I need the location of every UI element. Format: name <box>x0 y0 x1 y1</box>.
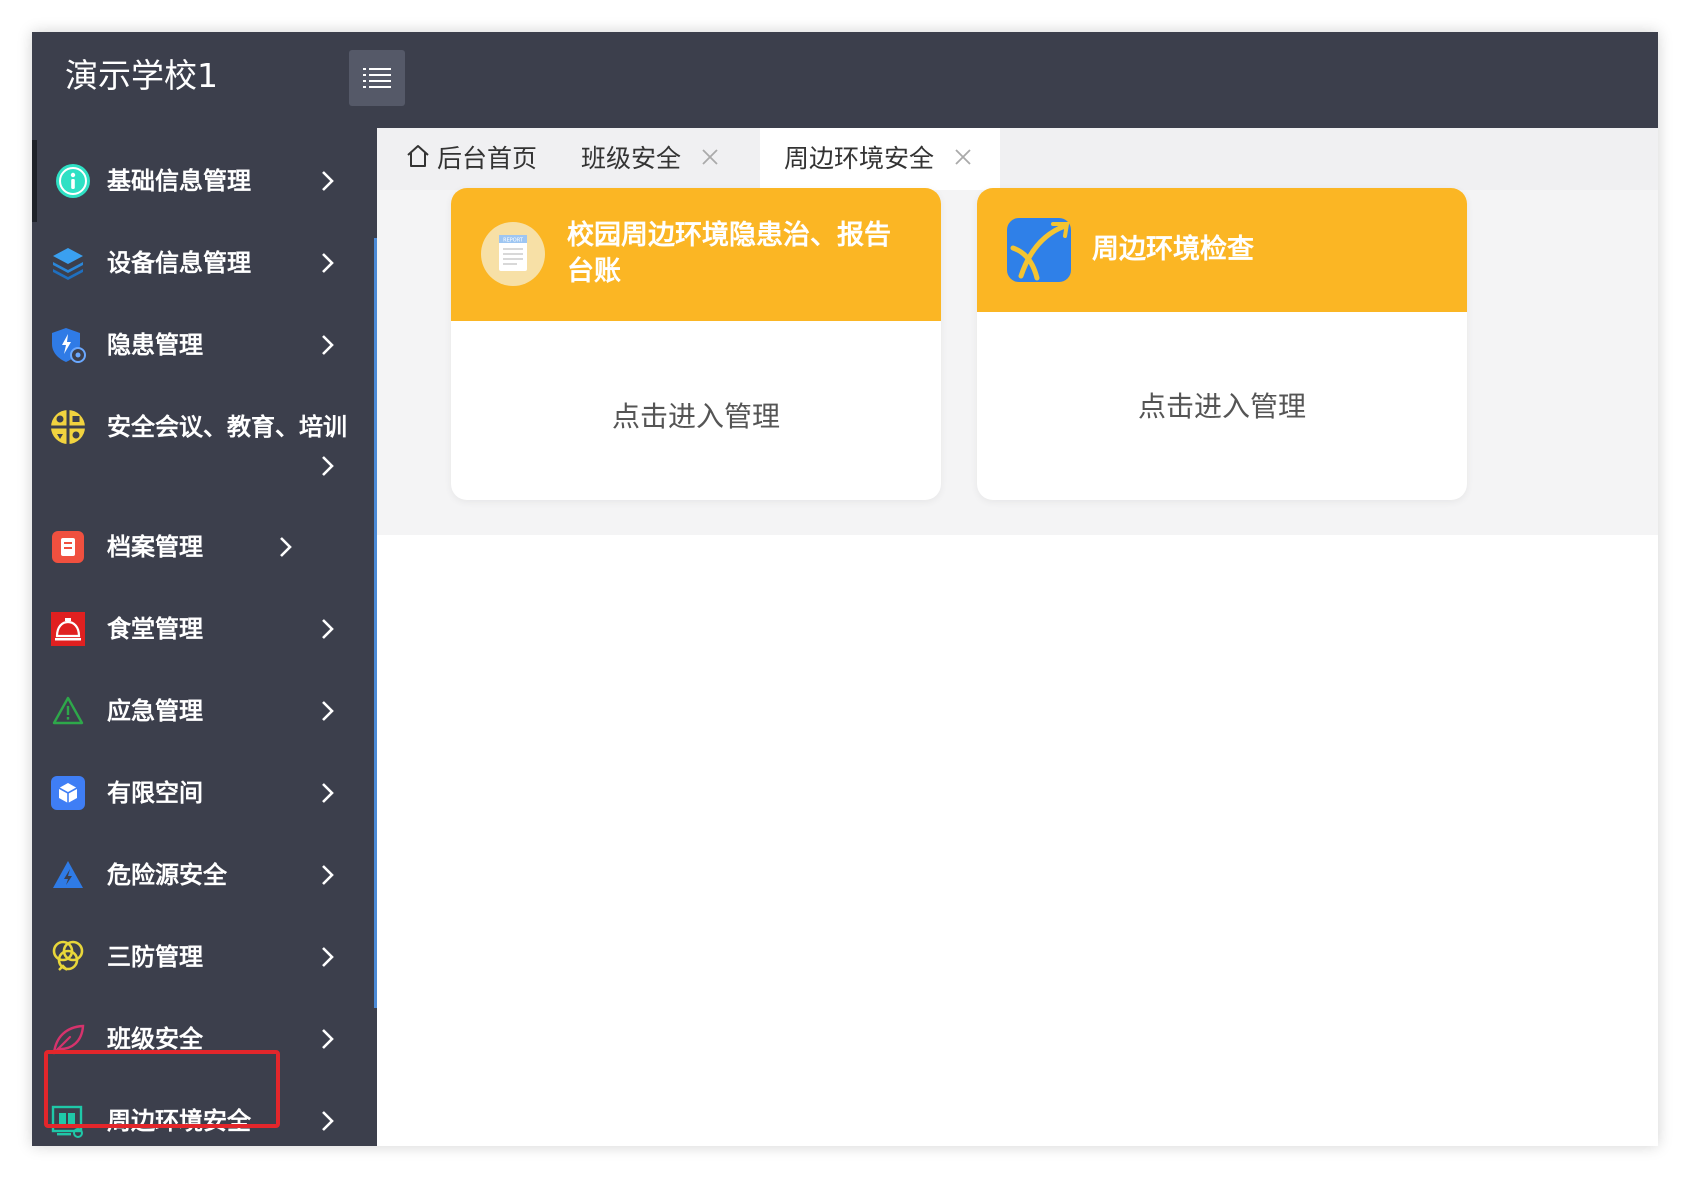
card-enter-link[interactable]: 点击进入管理 <box>451 395 941 435</box>
chevron-right-icon <box>322 253 334 273</box>
sidebar-item-label: 设备信息管理 <box>107 249 251 277</box>
triple-ring-icon <box>48 937 88 977</box>
report-document-icon: REPORT <box>481 222 545 286</box>
card-header: 周边环境检查 <box>977 188 1467 312</box>
sidebar-item-canteen[interactable]: 食堂管理 <box>32 588 374 670</box>
tab-class-safety[interactable]: 班级安全 <box>581 128 719 190</box>
sidebar-item-label: 三防管理 <box>107 943 203 971</box>
sidebar-item-label: 隐患管理 <box>107 331 203 359</box>
top-header: 演示学校1 <box>32 32 1658 128</box>
chevron-right-icon <box>322 1029 334 1049</box>
card-title: 周边环境检查 <box>1092 234 1254 265</box>
report-icon-text: REPORT <box>503 238 524 244</box>
tab-label: 后台首页 <box>437 144 538 173</box>
tab-bar: 后台首页 班级安全 周边环境安全 <box>377 128 1658 190</box>
sidebar-item-label: 班级安全 <box>107 1025 203 1053</box>
shield-gear-icon <box>48 325 88 365</box>
sidebar-item-meeting-training[interactable]: 安全会议、教育、培训 <box>32 386 374 506</box>
chevron-right-icon <box>322 701 334 721</box>
home-icon <box>407 145 429 167</box>
sidebar-item-danger-source[interactable]: 危险源安全 <box>32 834 374 916</box>
tab-label: 班级安全 <box>581 144 682 173</box>
close-icon[interactable] <box>954 148 972 166</box>
tab-label: 周边环境安全 <box>784 144 935 173</box>
hazard-bolt-icon <box>48 855 88 895</box>
app-window: 演示学校1 基础信息管理 设备信息管理 隐患管理 安全会议、教育、培训 档案管理… <box>32 32 1658 1146</box>
sidebar-item-class-safety[interactable]: 班级安全 <box>32 998 374 1080</box>
file-icon <box>48 527 88 567</box>
sidebar-item-surrounding-safety[interactable]: 周边环境安全 <box>32 1080 374 1146</box>
tab-home[interactable]: 后台首页 <box>405 128 537 190</box>
sidebar-item-label: 档案管理 <box>107 533 203 561</box>
sidebar: 基础信息管理 设备信息管理 隐患管理 安全会议、教育、培训 档案管理 食堂管理 … <box>32 128 377 1146</box>
card-hazard-report-ledger[interactable]: REPORT 校园周边环境隐患治、报告台账 点击进入管理 <box>451 188 941 500</box>
card-surrounding-check[interactable]: 周边环境检查 点击进入管理 <box>977 188 1467 500</box>
chevron-right-icon <box>322 1111 334 1131</box>
layers-icon <box>48 243 88 283</box>
sidebar-item-device-info[interactable]: 设备信息管理 <box>32 222 374 304</box>
chevron-right-icon <box>322 456 334 476</box>
service-bell-icon <box>48 609 88 649</box>
meeting-wheel-icon <box>48 407 88 447</box>
sidebar-item-archive[interactable]: 档案管理 <box>32 506 374 588</box>
chevron-right-icon <box>322 335 334 355</box>
sidebar-item-label: 周边环境安全 <box>107 1107 251 1135</box>
sidebar-item-label: 应急管理 <box>107 697 203 725</box>
sidebar-item-label: 危险源安全 <box>107 861 227 889</box>
tab-surrounding-safety[interactable]: 周边环境安全 <box>760 128 1000 190</box>
cube-icon <box>48 773 88 813</box>
sidebar-item-label: 基础信息管理 <box>107 167 251 195</box>
card-enter-link[interactable]: 点击进入管理 <box>977 385 1467 425</box>
leaf-icon <box>48 1019 88 1059</box>
sidebar-item-label: 安全会议、教育、培训 <box>107 413 347 441</box>
chevron-right-icon <box>322 947 334 967</box>
chevron-right-icon <box>322 783 334 803</box>
info-circle-icon <box>53 161 93 201</box>
menu-toggle-button[interactable] <box>349 50 405 106</box>
school-name: 演示学校1 <box>65 56 218 95</box>
warning-triangle-icon <box>48 691 88 731</box>
card-title: 校园周边环境隐患治、报告台账 <box>567 220 891 287</box>
sidebar-item-hazard[interactable]: 隐患管理 <box>32 304 374 386</box>
chevron-right-icon <box>322 171 334 191</box>
check-app-icon <box>1007 218 1071 282</box>
card-header: REPORT 校园周边环境隐患治、报告台账 <box>451 188 941 321</box>
list-menu-icon <box>363 68 391 88</box>
sidebar-item-confined-space[interactable]: 有限空间 <box>32 752 374 834</box>
chevron-right-icon <box>322 619 334 639</box>
chevron-right-icon <box>322 865 334 885</box>
sidebar-item-basic-info[interactable]: 基础信息管理 <box>32 140 374 222</box>
close-icon[interactable] <box>701 148 719 166</box>
sidebar-item-label: 有限空间 <box>107 779 203 807</box>
sidebar-item-three-defense[interactable]: 三防管理 <box>32 916 374 998</box>
book-screen-icon <box>48 1101 88 1141</box>
chevron-right-icon <box>280 537 292 557</box>
sidebar-item-emergency[interactable]: 应急管理 <box>32 670 374 752</box>
sidebar-item-label: 食堂管理 <box>107 615 203 643</box>
